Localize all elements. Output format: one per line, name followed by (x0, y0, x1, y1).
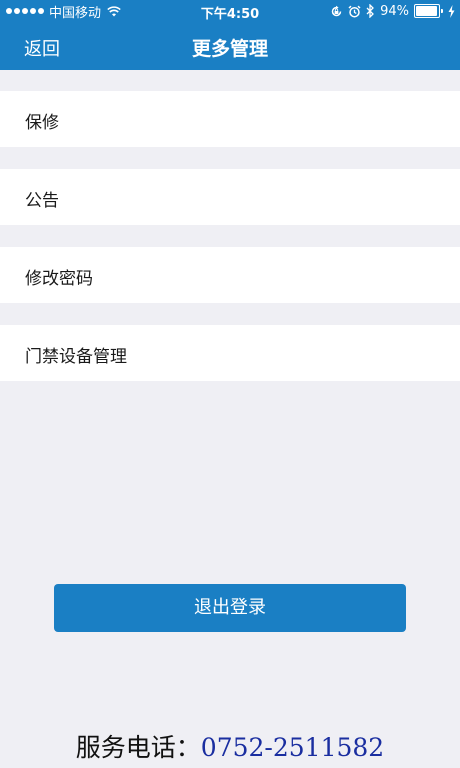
nav-bar: 返回 更多管理 (0, 22, 460, 70)
status-right: 94% (330, 3, 455, 19)
battery-icon (414, 4, 443, 18)
battery-percent: 94% (380, 3, 409, 19)
page-title: 更多管理 (191, 38, 268, 60)
charging-icon (448, 4, 455, 18)
status-bar: 中国移动 下午4:50 94% (0, 0, 460, 22)
menu-item-label: 保修 (25, 113, 59, 133)
menu-item-label: 修改密码 (25, 269, 93, 289)
service-phone-label: 服务电话： (75, 733, 201, 762)
menu-item-access-device-management[interactable]: 门禁设备管理 (0, 325, 460, 381)
app-header: 中国移动 下午4:50 94% 返回 更多管理 (0, 0, 460, 70)
menu-item-label: 公告 (25, 191, 59, 211)
service-phone-number[interactable]: 0752-2511582 (201, 733, 384, 762)
alarm-icon (348, 5, 361, 17)
service-phone: 服务电话：0752-2511582 (0, 728, 460, 764)
menu-item-label: 门禁设备管理 (25, 347, 127, 367)
menu-item-announcement[interactable]: 公告 (0, 169, 460, 225)
battery-fill (416, 6, 437, 16)
bluetooth-icon (366, 4, 375, 18)
rotation-lock-icon (331, 5, 342, 16)
menu-item-change-password[interactable]: 修改密码 (0, 247, 460, 303)
logout-button[interactable]: 退出登录 (54, 584, 406, 632)
menu-item-repair[interactable]: 保修 (0, 91, 460, 147)
